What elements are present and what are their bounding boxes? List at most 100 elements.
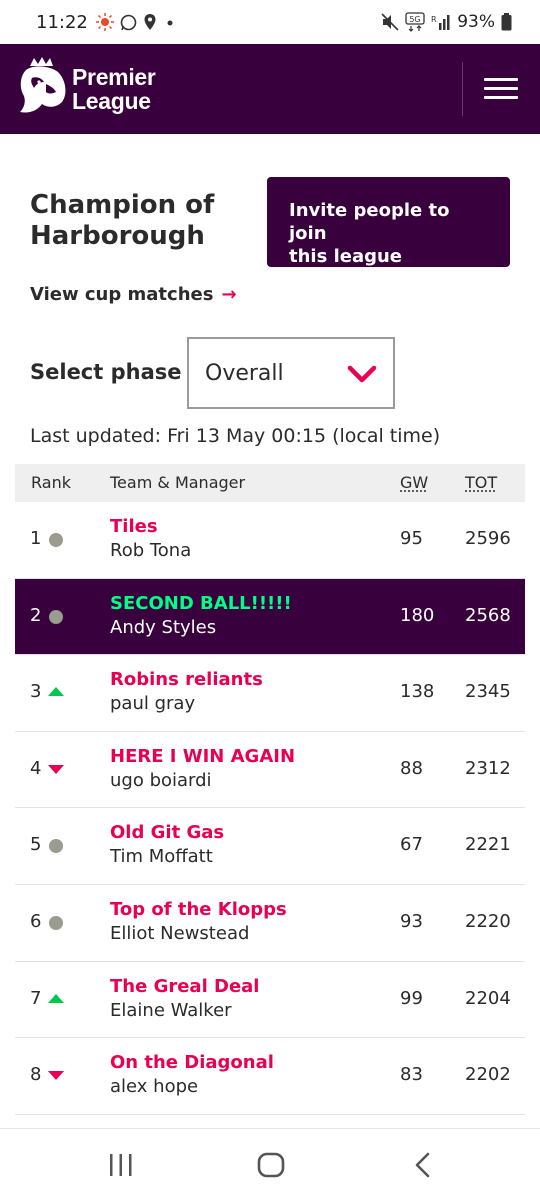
hamburger-menu-button[interactable] — [478, 74, 524, 104]
gameweek-points: 93 — [400, 910, 423, 932]
gameweek-points: 138 — [400, 681, 435, 703]
header-gameweek[interactable]: GW — [400, 473, 428, 492]
select-phase-label: Select phase — [30, 360, 182, 384]
total-points: 2596 — [465, 528, 511, 549]
menu-bar-icon — [484, 87, 518, 90]
cell-signal-icon: R — [431, 15, 450, 30]
team-name-link[interactable]: Robins reliants — [110, 669, 263, 690]
table-row[interactable]: 8 On the Diagonal alex hope 83 2202 — [15, 1038, 525, 1115]
invite-label-line-2: this league — [289, 246, 403, 267]
manager-name: alex hope — [110, 1076, 199, 1098]
total-points: 2220 — [465, 910, 511, 932]
team-name-link[interactable]: HERE I WIN AGAIN — [110, 746, 295, 767]
app-header: Premier League — [0, 44, 540, 134]
home-icon[interactable] — [257, 1149, 285, 1181]
table-row[interactable]: 2 SECOND BALL!!!!! Andy Styles 180 2568 — [15, 578, 525, 656]
status-system-icons: 5G R 93% — [381, 12, 512, 32]
gameweek-points: 180 — [400, 604, 435, 626]
premier-league-lion-logo[interactable] — [16, 56, 72, 118]
manager-name: Andy Styles — [110, 616, 217, 638]
row-rank: 3 — [30, 681, 42, 703]
team-name-link[interactable]: On the Diagonal — [110, 1052, 274, 1073]
invite-label-line-1: Invite people to join — [289, 200, 450, 244]
manager-name: Tim Moffatt — [110, 846, 213, 868]
no-change-dot-icon — [49, 915, 63, 930]
menu-bar-icon — [484, 96, 518, 99]
gameweek-points: 95 — [400, 528, 423, 549]
team-name-link[interactable]: The Greal Deal — [110, 976, 259, 997]
svg-text:5G: 5G — [410, 15, 421, 24]
total-points: 2312 — [465, 757, 511, 779]
league-title: Champion of Harborough — [30, 190, 260, 252]
standings-table-body: 1 Tiles Rob Tona 95 2596 2 SECOND BALL!!!!! And… — [15, 502, 525, 1115]
manager-name: paul gray — [110, 693, 196, 715]
row-rank: 5 — [30, 834, 42, 856]
table-row[interactable]: 7 The Greal Deal Elaine Walker 99 2204 — [15, 962, 525, 1039]
row-rank: 7 — [30, 987, 42, 1009]
row-rank: 1 — [30, 528, 42, 549]
team-name-link[interactable]: Top of the Klopps — [110, 899, 287, 920]
brand-wordmark[interactable]: Premier League — [72, 65, 156, 113]
row-rank: 6 — [30, 910, 42, 932]
status-notification-icons — [95, 13, 177, 31]
location-icon — [144, 14, 156, 30]
gameweek-points: 83 — [400, 1064, 423, 1086]
table-row[interactable]: 4 HERE I WIN AGAIN ugo boiardi 88 2312 — [15, 732, 525, 809]
header-rank: Rank — [31, 473, 71, 492]
phase-select-dropdown[interactable]: Overall — [187, 337, 395, 409]
whatsapp-icon — [120, 14, 137, 30]
battery-percent: 93% — [457, 12, 495, 32]
brand-line-1: Premier — [72, 64, 156, 90]
brand-line-2: League — [72, 88, 151, 114]
cup-link-label: View cup matches — [30, 284, 214, 305]
recent-apps-icon[interactable] — [108, 1149, 134, 1181]
menu-bar-icon — [484, 78, 518, 81]
table-row[interactable]: 5 Old Git Gas Tim Moffatt 67 2221 — [15, 808, 525, 885]
battery-icon — [501, 13, 512, 31]
no-change-dot-icon — [49, 533, 63, 547]
manager-name: ugo boiardi — [110, 769, 212, 791]
svg-text:R: R — [431, 15, 437, 24]
header-divider — [462, 62, 463, 116]
total-points: 2204 — [465, 987, 511, 1009]
standings-table-header: Rank Team & Manager GW TOT — [15, 464, 525, 502]
gameweek-points: 88 — [400, 757, 423, 779]
android-nav-bar — [0, 1128, 540, 1200]
manager-name: Rob Tona — [110, 540, 192, 561]
rank-up-arrow-icon — [48, 687, 64, 697]
mute-icon — [381, 13, 399, 31]
last-updated-text: Last updated: Fri 13 May 00:15 (local ti… — [30, 425, 441, 447]
rank-down-arrow-icon — [48, 764, 64, 774]
team-name-link[interactable]: SECOND BALL!!!!! — [110, 593, 292, 614]
total-points: 2221 — [465, 834, 511, 856]
invite-people-button[interactable]: Invite people to join this league — [267, 177, 510, 267]
5g-signal-icon: 5G — [405, 12, 425, 32]
manager-name: Elliot Newstead — [110, 922, 250, 944]
league-title-line-2: Harborough — [30, 221, 205, 251]
dot-icon — [167, 20, 173, 26]
row-rank: 4 — [30, 757, 42, 779]
view-cup-matches-link[interactable]: View cup matches → — [30, 284, 237, 305]
header-total[interactable]: TOT — [465, 473, 497, 492]
league-title-line-1: Champion of — [30, 190, 215, 220]
back-icon[interactable] — [412, 1149, 434, 1181]
rank-up-arrow-icon — [48, 993, 64, 1003]
header-team-manager: Team & Manager — [110, 473, 246, 492]
total-points: 2345 — [465, 681, 511, 703]
status-time: 11:22 — [36, 11, 88, 33]
table-row[interactable]: 3 Robins reliants paul gray 138 2345 — [15, 655, 525, 732]
team-name-link[interactable]: Old Git Gas — [110, 822, 224, 843]
rank-down-arrow-icon — [48, 1071, 64, 1081]
gameweek-points: 99 — [400, 987, 423, 1009]
no-change-dot-icon — [49, 609, 63, 624]
phase-selected-value: Overall — [205, 361, 284, 386]
team-name-link[interactable]: Tiles — [110, 516, 158, 537]
total-points: 2568 — [465, 604, 511, 626]
status-bar: 11:22 5G R 93% — [0, 0, 540, 44]
sun-notification-icon — [95, 13, 114, 31]
table-row[interactable]: 6 Top of the Klopps Elliot Newstead 93 2220 — [15, 885, 525, 962]
arrow-right-icon: → — [221, 284, 237, 305]
table-row[interactable]: 1 Tiles Rob Tona 95 2596 — [15, 502, 525, 579]
total-points: 2202 — [465, 1064, 511, 1086]
row-rank: 8 — [30, 1064, 42, 1086]
